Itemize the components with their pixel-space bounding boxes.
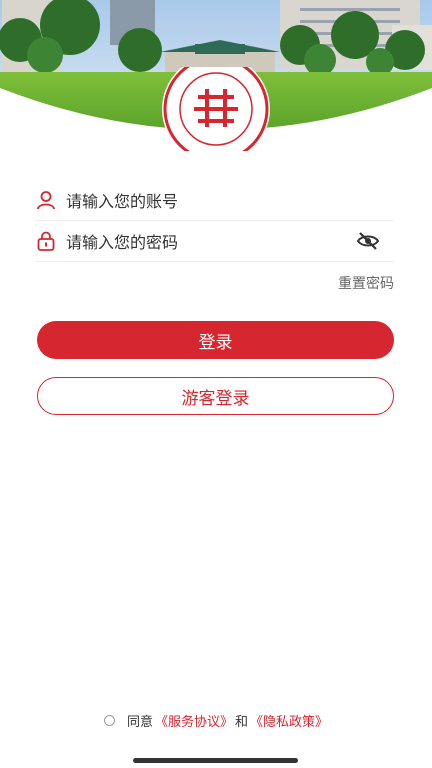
lock-icon [36,231,56,251]
eye-off-icon[interactable] [356,231,380,251]
reset-password-link[interactable]: 重置密码 [338,273,394,293]
login-button[interactable]: 登录 [37,321,394,359]
password-input[interactable] [64,226,348,258]
agreement-row: 同意 《服务协议》 和 《隐私政策》 [0,710,432,730]
account-input[interactable] [64,185,348,217]
account-field [36,181,394,221]
agree-conjunction: 和 [235,714,249,730]
home-indicator [133,758,298,763]
guest-login-button[interactable]: 游客登录 [37,377,394,415]
service-agreement-link[interactable]: 《服务协议》 [155,711,233,730]
agree-radio[interactable] [103,714,115,726]
privacy-policy-link[interactable]: 《隐私政策》 [250,711,328,730]
agree-prefix: 同意 [126,714,153,730]
college-logo [161,67,271,151]
user-icon [36,190,56,210]
password-field [36,222,394,262]
